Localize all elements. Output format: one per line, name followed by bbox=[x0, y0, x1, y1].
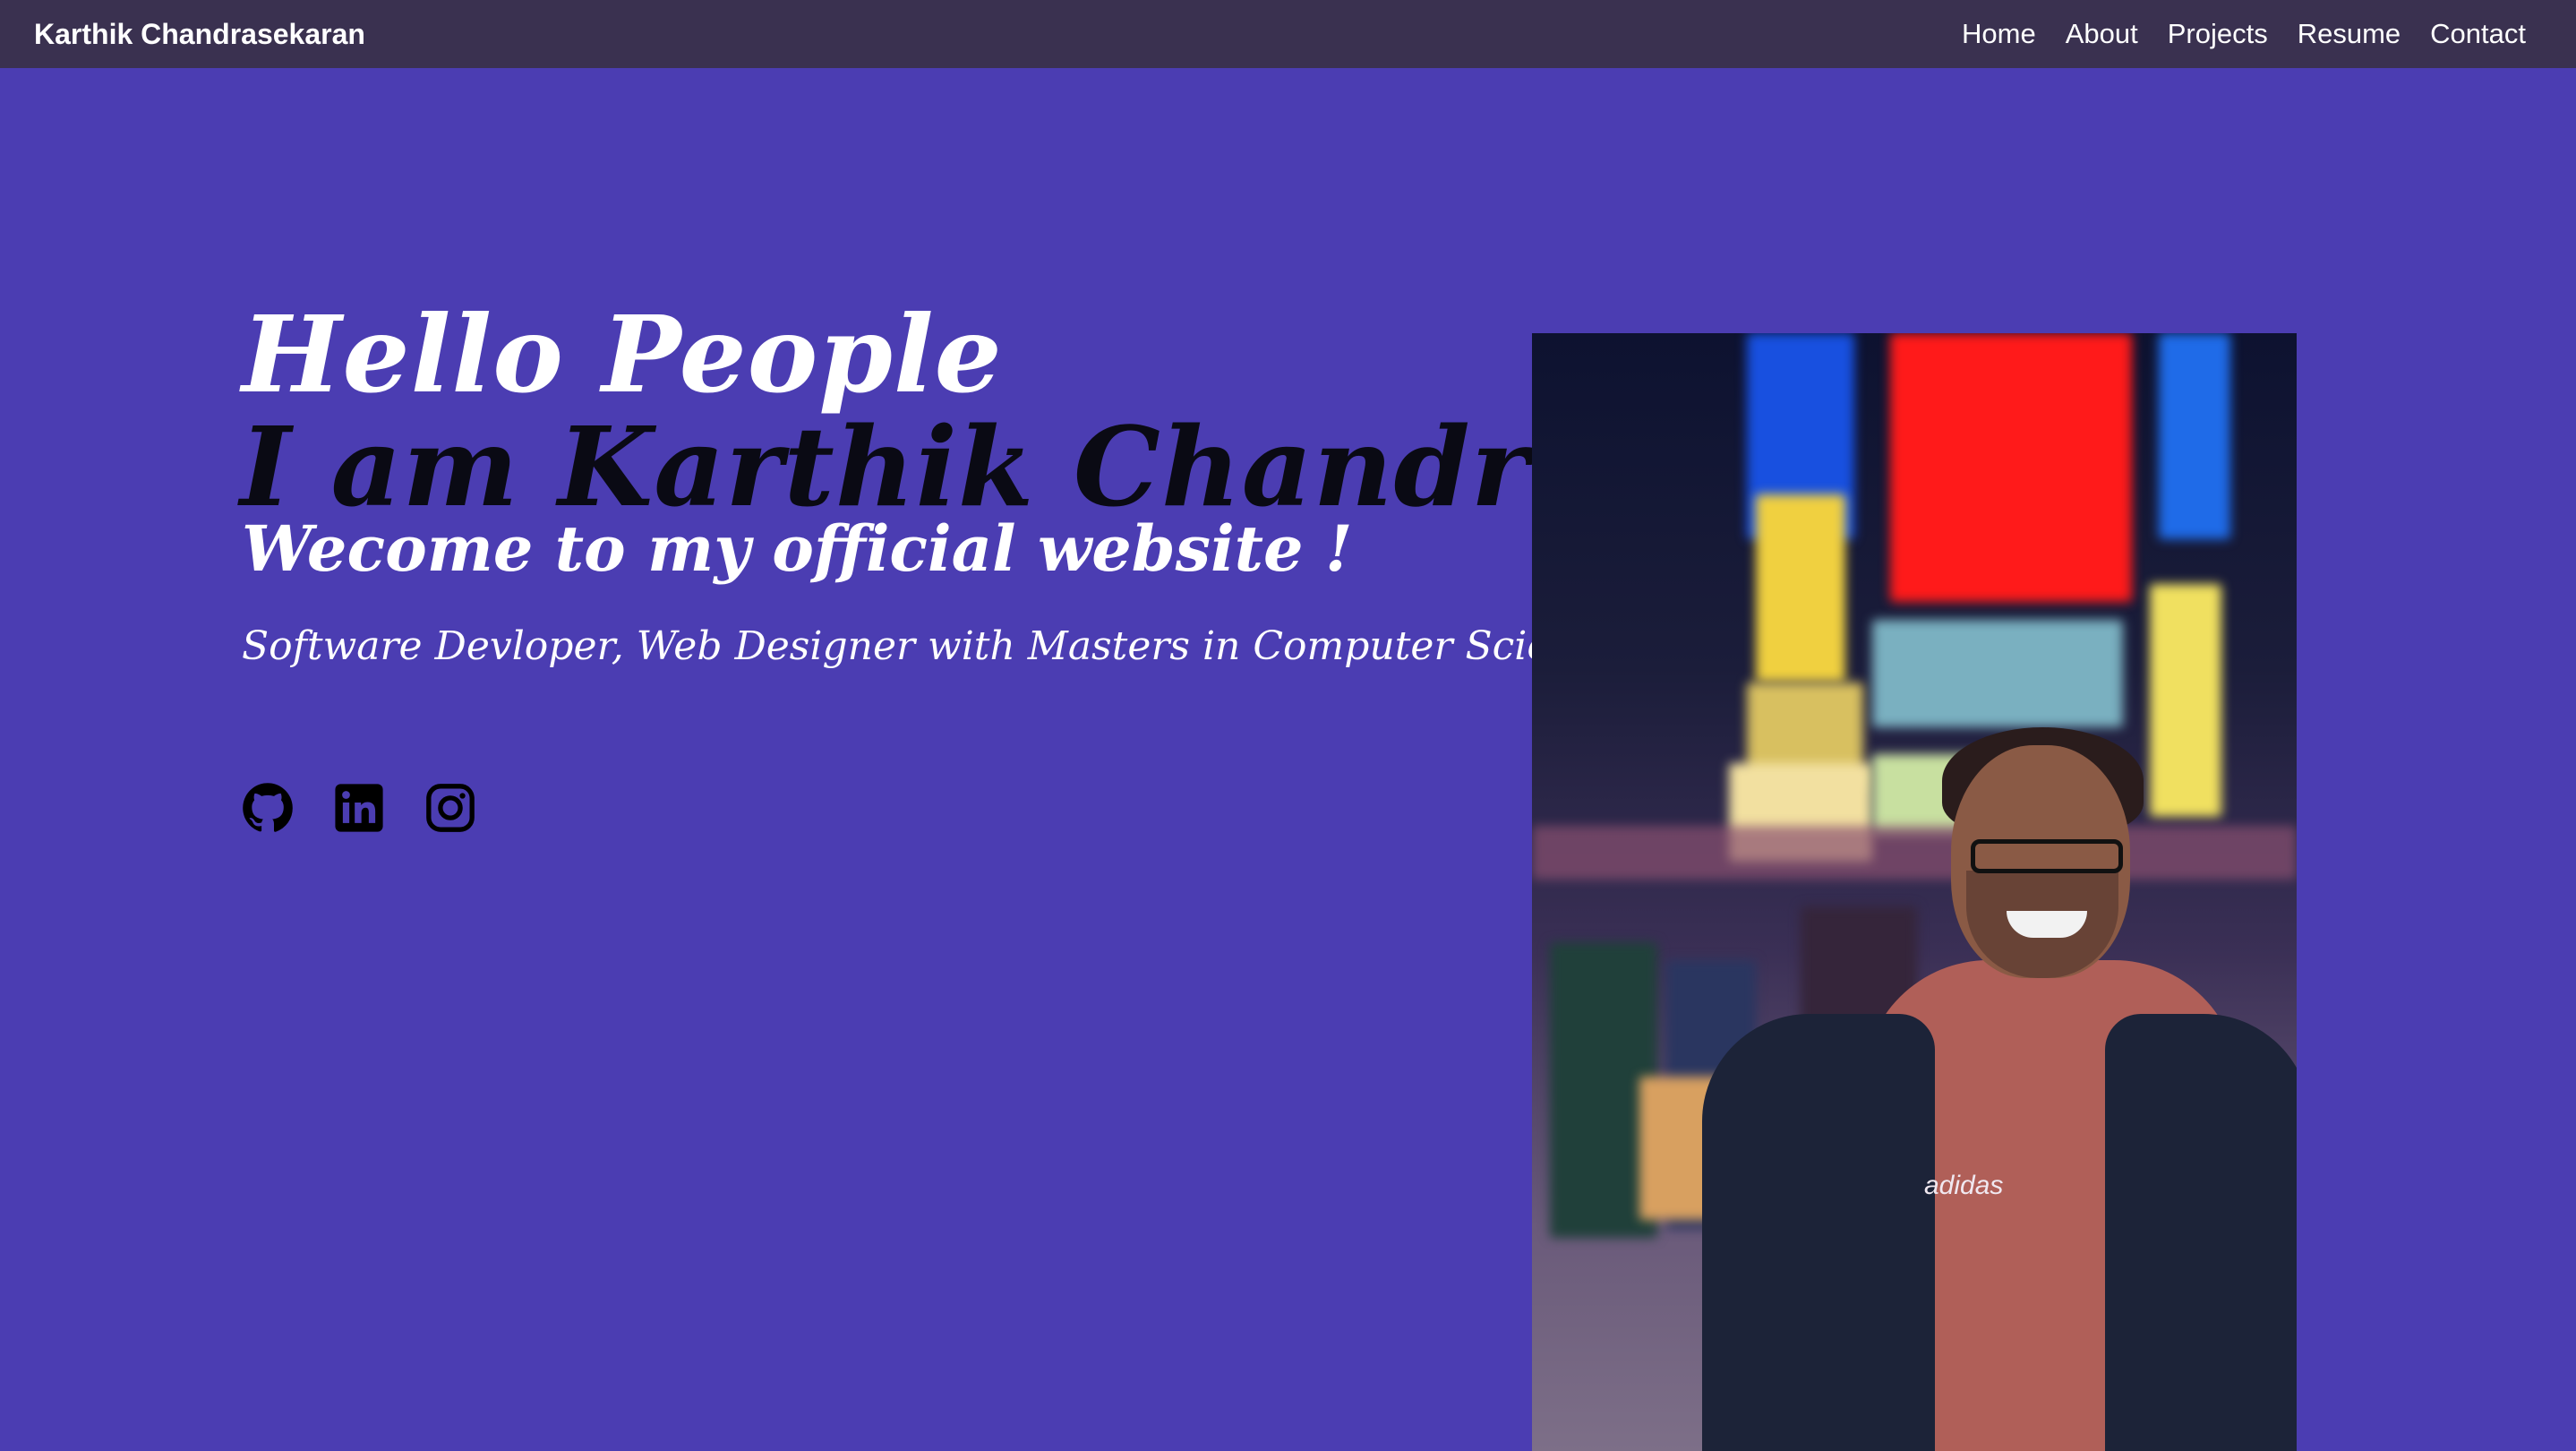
instagram-icon[interactable] bbox=[424, 782, 476, 834]
nav-resume-link[interactable]: Resume bbox=[2298, 18, 2401, 50]
brand-name[interactable]: Karthik Chandrasekaran bbox=[34, 18, 365, 51]
navbar: Karthik Chandrasekaran Home About Projec… bbox=[0, 0, 2576, 68]
hero-section: Hello People I am Karthik Chandrasekaran… bbox=[0, 68, 2576, 1451]
hero-welcome: Wecome to my official website ! bbox=[242, 511, 1353, 586]
linkedin-icon[interactable] bbox=[333, 782, 385, 834]
profile-photo: adidas bbox=[1532, 333, 2297, 1451]
nav-about-link[interactable]: About bbox=[2066, 18, 2138, 50]
nav-contact-link[interactable]: Contact bbox=[2430, 18, 2526, 50]
hero-greeting: Hello People bbox=[242, 292, 1003, 416]
nav-links: Home About Projects Resume Contact bbox=[1962, 18, 2526, 50]
nav-home-link[interactable]: Home bbox=[1962, 18, 2036, 50]
github-icon[interactable] bbox=[242, 782, 294, 834]
nav-projects-link[interactable]: Projects bbox=[2168, 18, 2268, 50]
hero-tagline: Software Devloper, Web Designer with Mas… bbox=[242, 623, 1634, 669]
shirt-logo: adidas bbox=[1924, 1171, 2004, 1200]
social-links bbox=[242, 782, 476, 834]
